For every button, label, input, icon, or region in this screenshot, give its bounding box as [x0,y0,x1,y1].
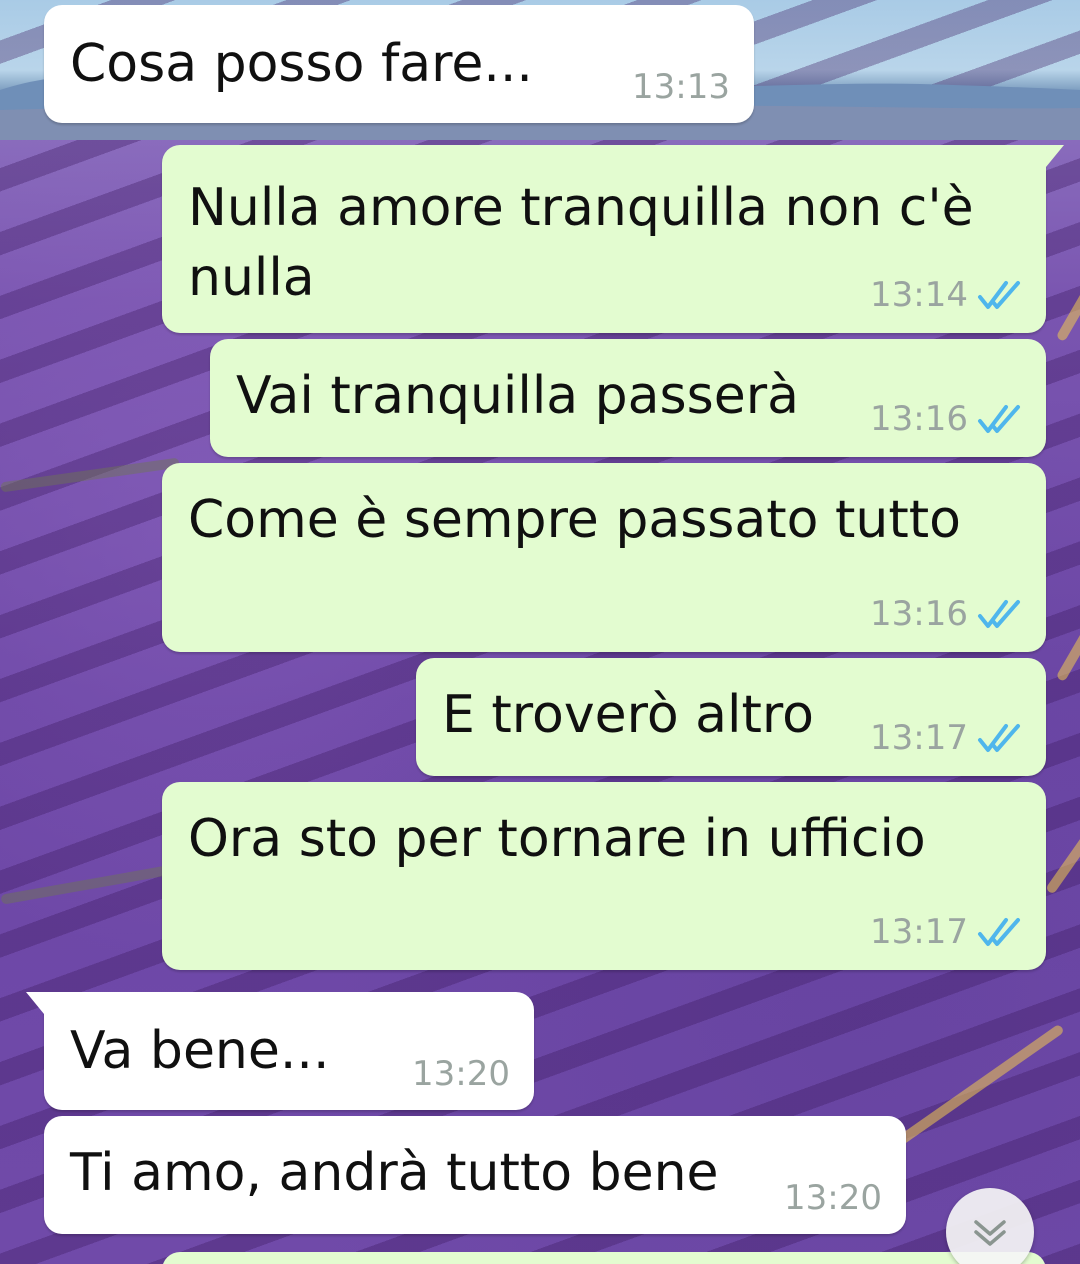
message-meta: 13:20 [784,1178,882,1218]
message-bubble-outgoing[interactable]: Ora sto per tornare in ufficio 13:17 [162,782,1046,970]
message-meta: 13:16 [870,594,1022,634]
message-text: E troverò altro [442,685,814,745]
message-bubble-outgoing[interactable]: Come è sempre passato tutto 13:16 [162,463,1046,652]
double-check-read-icon [978,600,1020,628]
double-check-read-icon [978,918,1020,946]
bubble-tail-icon [26,992,60,1018]
message-bubble-incoming[interactable]: Ti amo, andrà tutto bene 13:20 [44,1116,906,1234]
message-timestamp: 13:17 [870,912,968,952]
message-meta: 13:20 [412,1054,510,1094]
double-check-read-icon [978,405,1020,433]
message-text: Ti amo, andrà tutto bene [70,1143,719,1203]
chevron-double-down-icon [974,1220,1006,1246]
message-bubble-outgoing[interactable]: E troverò altro 13:17 [416,658,1046,776]
message-text: Come è sempre passato tutto [188,490,961,550]
message-meta: 13:13 [632,67,730,107]
message-bubble-outgoing[interactable]: Nulla amore tranquilla non c'è nulla 13:… [162,145,1064,333]
double-check-read-icon [978,724,1020,752]
message-meta: 13:16 [870,399,1022,439]
message-text: Ora sto per tornare in ufficio [188,809,926,869]
message-meta: 13:14 [870,275,1022,315]
message-timestamp: 13:20 [412,1054,510,1094]
message-bubble-incoming[interactable]: Cosa posso fare... 13:13 [44,5,754,123]
message-meta: 13:17 [870,912,1022,952]
message-timestamp: 13:14 [870,275,968,315]
message-bubble-incoming[interactable]: Va bene... 13:20 [26,992,534,1110]
message-timestamp: 13:16 [870,399,968,439]
message-bubble-outgoing-partial[interactable] [162,1252,1046,1264]
message-timestamp: 13:17 [870,718,968,758]
message-bubble-outgoing[interactable]: Vai tranquilla passerà 13:16 [210,339,1046,457]
message-meta: 13:17 [870,718,1022,758]
message-text: Vai tranquilla passerà [236,366,799,426]
message-timestamp: 13:16 [870,594,968,634]
message-timestamp: 13:13 [632,67,730,107]
message-text: Nulla amore tranquilla non c'è nulla [188,178,974,308]
message-text: Cosa posso fare... [70,34,533,94]
bubble-tail-icon [1030,145,1064,171]
message-timestamp: 13:20 [784,1178,882,1218]
message-text: Va bene... [70,1021,330,1081]
double-check-read-icon [978,281,1020,309]
